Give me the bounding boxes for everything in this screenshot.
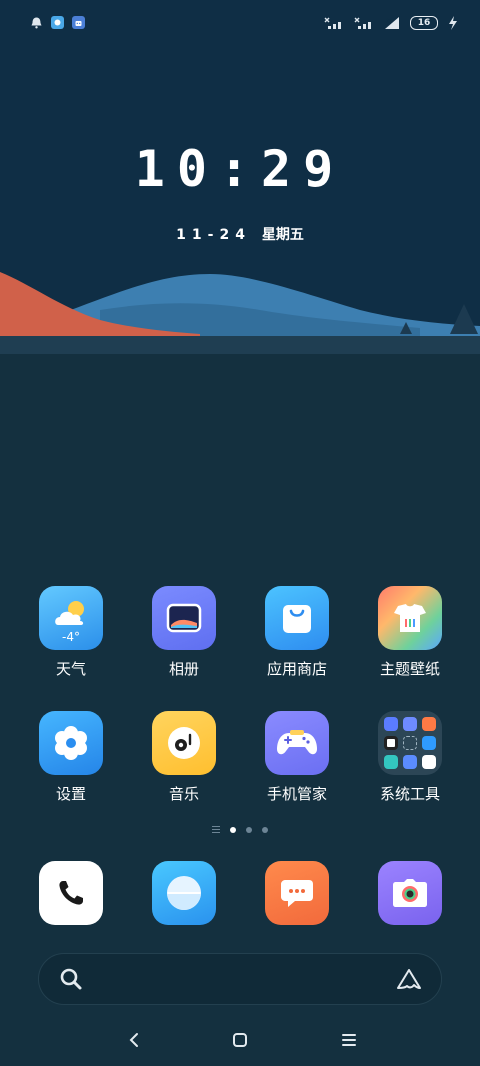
assistant-icon[interactable] xyxy=(395,967,423,995)
weather-icon: -4° xyxy=(39,586,103,650)
phone-manager-icon xyxy=(265,711,329,775)
charging-icon xyxy=(449,16,457,30)
system-tools-folder-icon xyxy=(378,711,442,775)
page-dot-2 xyxy=(246,826,252,833)
battery-icon: 16 xyxy=(410,16,438,30)
app-app-store[interactable]: 应用商店 xyxy=(247,586,347,679)
theme-wallpaper-icon xyxy=(378,586,442,650)
phone-icon xyxy=(39,861,103,925)
app-system-tools-folder[interactable]: 系统工具 xyxy=(360,711,460,804)
bell-icon xyxy=(30,16,43,29)
camera-icon xyxy=(378,861,442,925)
app-label-music: 音乐 xyxy=(168,785,199,803)
music-icon xyxy=(152,711,216,775)
app-label-settings: 设置 xyxy=(55,785,86,803)
home-icon[interactable] xyxy=(228,1028,252,1052)
app-notification-icon xyxy=(51,16,64,29)
weekday-text: 星期五 xyxy=(261,227,304,243)
navigation-bar xyxy=(0,1016,480,1066)
status-bar: 16 xyxy=(0,0,480,50)
weather-temp: -4° xyxy=(62,630,80,644)
page-indicator-menu-icon xyxy=(212,826,220,833)
signal-sim2-icon xyxy=(354,17,371,29)
gallery-icon xyxy=(152,586,216,650)
date-text: 11-24 xyxy=(176,227,251,243)
browser-icon xyxy=(152,861,216,925)
robot-notification-icon xyxy=(72,16,85,29)
signal-sim1-icon xyxy=(324,17,341,29)
dock-browser[interactable] xyxy=(134,861,234,925)
search-icon[interactable] xyxy=(59,967,83,995)
clock-date[interactable]: 11-24 星期五 xyxy=(0,224,480,244)
dock-phone[interactable] xyxy=(21,861,121,925)
app-gallery[interactable]: 相册 xyxy=(134,586,234,679)
dock-camera[interactable] xyxy=(360,861,460,925)
settings-gear-icon xyxy=(39,711,103,775)
battery-level: 16 xyxy=(417,18,431,28)
app-settings[interactable]: 设置 xyxy=(21,711,121,804)
back-icon[interactable] xyxy=(122,1028,146,1052)
app-phone-manager[interactable]: 手机管家 xyxy=(247,711,347,804)
dock-messages[interactable] xyxy=(247,861,347,925)
wallpaper-landscape xyxy=(0,272,480,354)
app-theme-wallpaper[interactable]: 主题壁纸 xyxy=(360,586,460,679)
app-label-gallery: 相册 xyxy=(168,660,199,678)
clock-time[interactable]: 10:29 xyxy=(0,140,480,198)
wifi-icon xyxy=(385,17,399,29)
message-icon xyxy=(265,861,329,925)
app-label-app-store: 应用商店 xyxy=(266,660,327,678)
app-label-theme-wallpaper: 主题壁纸 xyxy=(379,660,440,678)
app-label-phone-manager: 手机管家 xyxy=(266,785,327,803)
menu-icon[interactable] xyxy=(337,1028,361,1052)
app-music[interactable]: 音乐 xyxy=(134,711,234,804)
app-weather[interactable]: -4° 天气 xyxy=(21,586,121,679)
page-dot-1 xyxy=(230,826,236,833)
page-dot-3 xyxy=(262,826,268,833)
page-indicator[interactable] xyxy=(0,826,480,833)
app-label-system-tools: 系统工具 xyxy=(379,785,440,803)
app-store-icon xyxy=(265,586,329,650)
search-bar[interactable] xyxy=(38,953,442,1005)
app-label-weather: 天气 xyxy=(55,660,86,678)
